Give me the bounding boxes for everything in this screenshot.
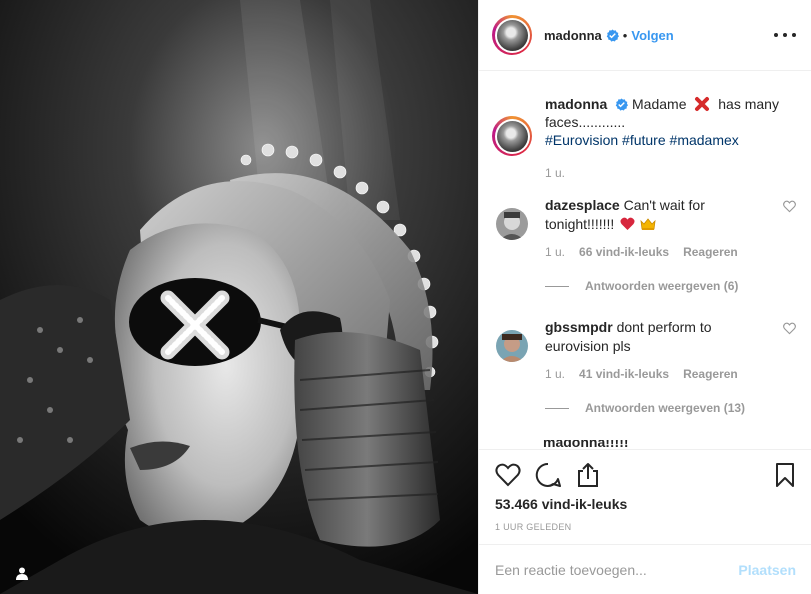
comment-likes-count[interactable]: 41 vind-ik-leuks	[579, 367, 669, 381]
comment-username[interactable]: dazesplace	[545, 197, 620, 213]
post-image	[0, 0, 478, 594]
post-timestamp[interactable]: 1 UUR GELEDEN	[495, 522, 571, 532]
hashtag-link[interactable]: #Eurovision	[545, 132, 618, 148]
comment-input[interactable]	[495, 561, 739, 578]
post-actions: 53.466 vind-ik-leuks 1 UUR GELEDEN	[479, 449, 811, 544]
heart-emoji-icon	[620, 217, 635, 230]
crown-emoji-icon	[640, 218, 656, 230]
tagged-user-button[interactable]	[12, 563, 32, 583]
verified-badge-icon	[606, 28, 619, 42]
replies-divider	[545, 407, 569, 409]
caption-username[interactable]: madonna	[545, 96, 607, 112]
person-icon	[16, 567, 28, 580]
comment-likes-count[interactable]: 66 vind-ik-leuks	[579, 245, 669, 259]
comment-meta: 1 u. 41 vind-ik-leuks Reageren	[545, 367, 797, 381]
hashtag-link[interactable]: #madamex	[670, 132, 739, 148]
author-username[interactable]: madonna	[544, 28, 602, 43]
view-replies-button[interactable]: Antwoorden weergeven (13)	[545, 401, 797, 415]
comments-list[interactable]: madonna Madame has many faces...........…	[479, 72, 811, 449]
post-header: madonna • Volgen	[479, 0, 811, 71]
view-replies-label: Antwoorden weergeven (6)	[585, 279, 739, 293]
comment-time[interactable]: 1 u.	[545, 245, 565, 259]
instagram-post: madonna • Volgen madonna Madame has many…	[0, 0, 811, 594]
share-icon[interactable]	[575, 462, 601, 488]
author-avatar[interactable]	[492, 15, 532, 55]
separator-dot: •	[622, 27, 628, 43]
more-dot-icon	[783, 33, 787, 37]
more-dot-icon	[774, 33, 778, 37]
comment-meta: 1 u. 66 vind-ik-leuks Reageren	[545, 245, 797, 259]
hashtag-link[interactable]: #future	[622, 132, 666, 148]
comment-icon[interactable]	[535, 462, 561, 488]
heart-icon[interactable]	[495, 462, 521, 488]
follow-button[interactable]: Volgen	[631, 28, 673, 43]
caption-text-start: Madame	[632, 96, 687, 112]
caption: madonna Madame has many faces...........…	[492, 95, 792, 180]
caption-avatar[interactable]	[492, 116, 532, 156]
comment-time[interactable]: 1 u.	[545, 367, 565, 381]
comment-item: dazesplace Can't wait for tonight!!!!!!!…	[492, 196, 797, 293]
view-replies-label: Antwoorden weergeven (13)	[585, 401, 746, 415]
partial-comment-text: madonna!!!!! Madame X	[543, 440, 629, 448]
reply-button[interactable]: Reageren	[683, 245, 738, 259]
more-dot-icon	[792, 33, 796, 37]
like-comment-heart-icon[interactable]	[783, 200, 796, 213]
commenter-avatar[interactable]	[496, 330, 528, 362]
commenter-avatar[interactable]	[496, 208, 528, 240]
more-options-button[interactable]	[774, 25, 796, 45]
cross-mark-emoji-icon	[695, 97, 710, 111]
add-comment-bar: Plaatsen	[479, 544, 811, 594]
caption-time[interactable]: 1 u.	[545, 166, 792, 180]
verified-badge-icon	[615, 98, 629, 111]
view-replies-button[interactable]: Antwoorden weergeven (6)	[545, 279, 797, 293]
likes-count[interactable]: 53.466 vind-ik-leuks	[495, 496, 627, 512]
comment-username[interactable]: gbssmpdr	[545, 319, 613, 335]
comment-item: gbssmpdr dont perform to eurovision pls …	[492, 318, 797, 415]
like-comment-heart-icon[interactable]	[783, 322, 796, 335]
partial-comment: madonna!!!!! Madame X	[543, 440, 673, 448]
reply-button[interactable]: Reageren	[683, 367, 738, 381]
replies-divider	[545, 285, 569, 287]
post-comment-button[interactable]: Plaatsen	[738, 562, 796, 578]
bookmark-icon[interactable]	[772, 462, 798, 488]
post-sidebar: madonna • Volgen madonna Madame has many…	[478, 0, 811, 594]
post-photo[interactable]	[0, 0, 478, 594]
